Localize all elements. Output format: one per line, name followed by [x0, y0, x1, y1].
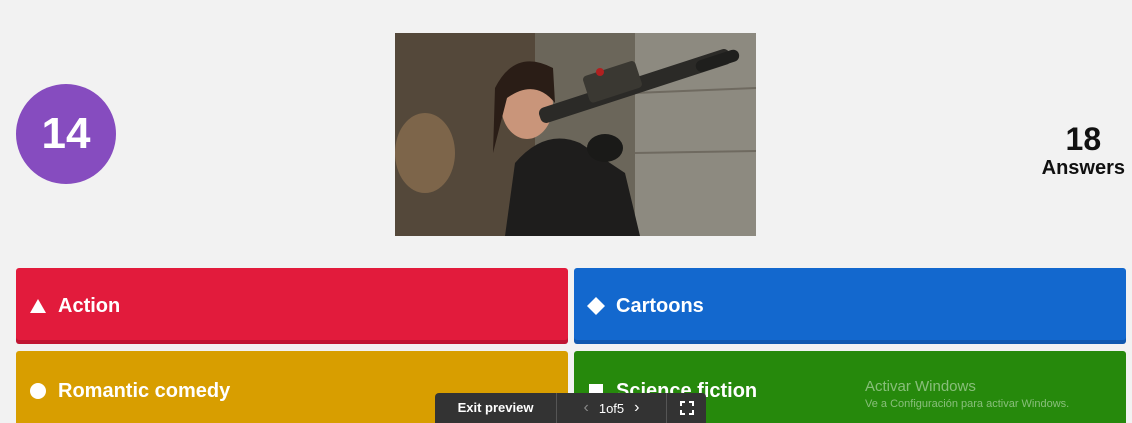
watermark-subtitle: Ve a Configuración para activar Windows. [865, 398, 1070, 410]
answer-option-label: Romantic comedy [58, 379, 231, 402]
page-navigator: ‹ 1of5 › [557, 393, 667, 423]
question-image-illustration [395, 33, 756, 236]
fullscreen-icon [679, 401, 694, 415]
windows-activation-watermark: Activar Windows Ve a Configuración para … [865, 378, 1069, 412]
diamond-icon [586, 296, 606, 316]
fullscreen-button[interactable] [667, 393, 706, 423]
question-image [395, 33, 756, 236]
answers-count-label: Answers [1041, 157, 1125, 179]
answer-option-cartoons[interactable]: Cartoons [574, 268, 1126, 344]
question-timer: 14 [16, 84, 116, 184]
chevron-left-icon[interactable]: ‹ [584, 399, 589, 417]
answer-option-action[interactable]: Action [16, 268, 568, 344]
answers-counter: 18 Answers [1042, 122, 1125, 180]
preview-toolbar: Exit preview ‹ 1of5 › [435, 393, 706, 423]
answers-count-value: 18 [1065, 121, 1102, 157]
watermark-title: Activar Windows [865, 378, 976, 395]
circle-icon [28, 381, 48, 401]
answer-option-label: Cartoons [616, 294, 704, 317]
triangle-icon [28, 296, 48, 316]
page-indicator: 1of5 [598, 400, 625, 416]
answer-option-label: Action [58, 294, 121, 317]
exit-preview-button[interactable]: Exit preview [435, 393, 557, 423]
chevron-right-icon[interactable]: › [634, 399, 639, 417]
timer-value: 14 [41, 109, 91, 158]
